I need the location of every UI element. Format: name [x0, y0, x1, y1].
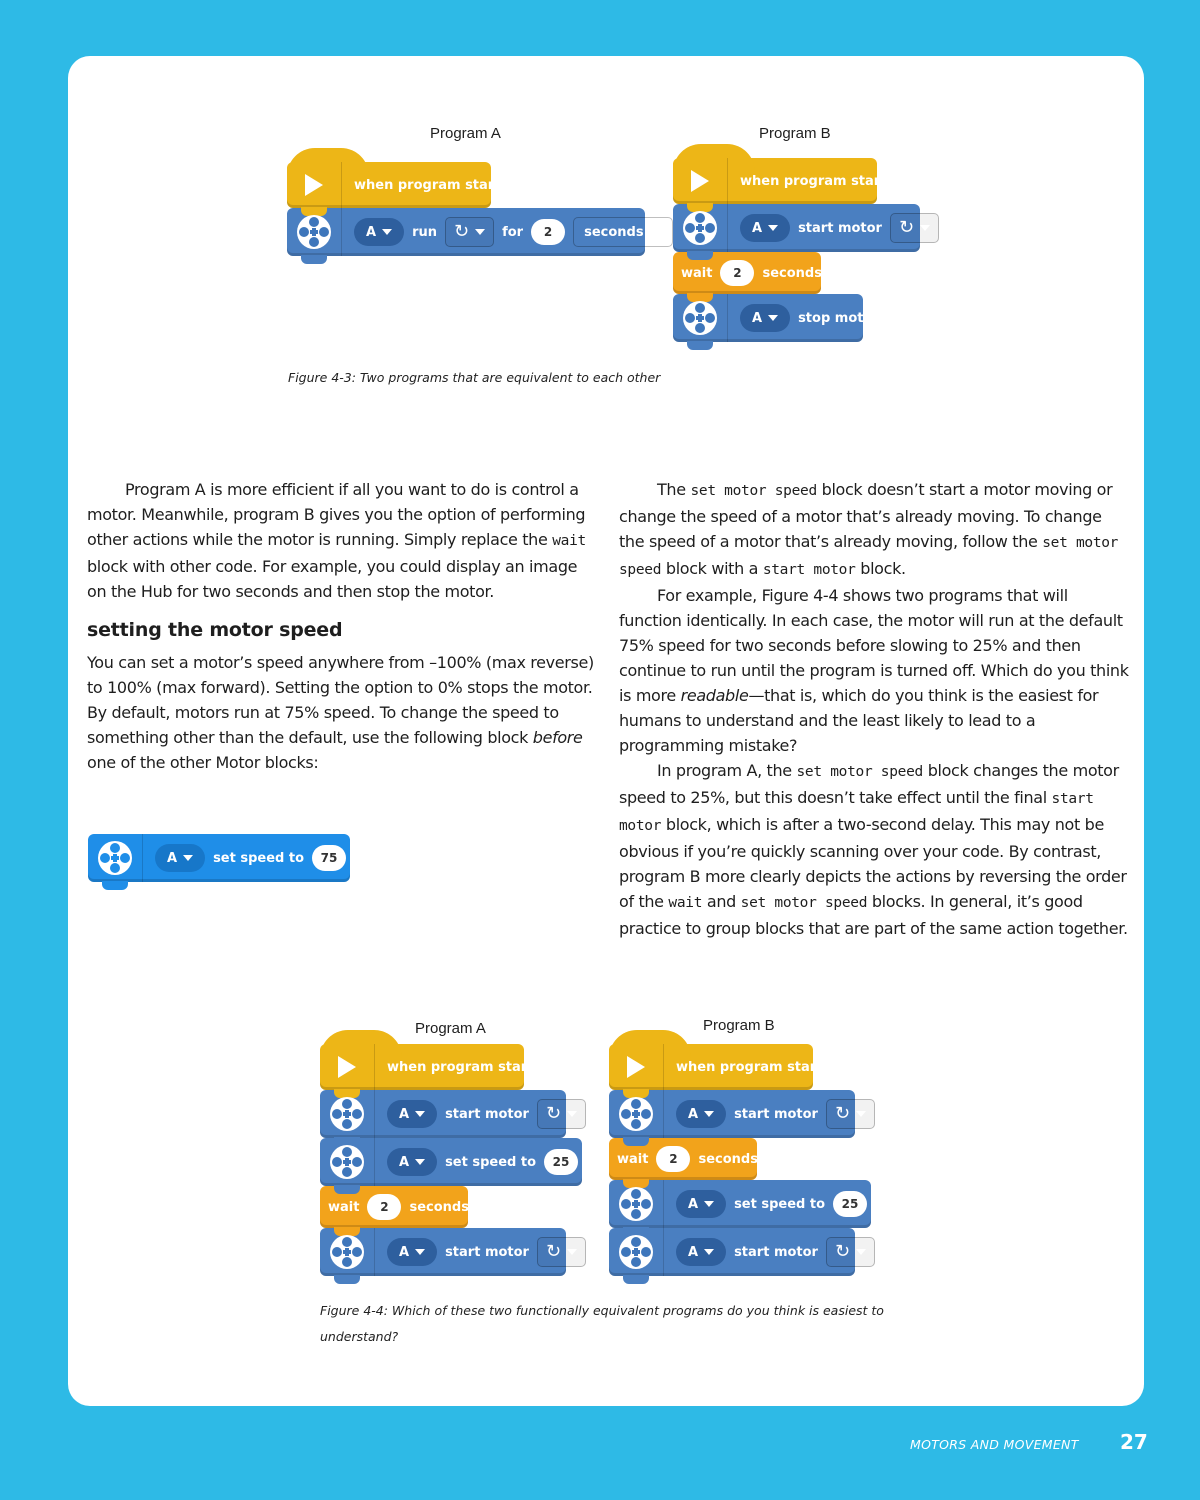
port-dropdown[interactable]: A	[740, 214, 791, 242]
motor-icon	[330, 1235, 364, 1269]
chevron-down-icon	[651, 229, 662, 235]
direction-dropdown[interactable]: ↻	[889, 213, 940, 243]
chevron-down-icon	[382, 229, 393, 235]
chevron-down-icon	[704, 1201, 715, 1207]
port-dropdown[interactable]: A	[740, 304, 791, 332]
fig43-program-b-stack: when program starts A start motor ↻ wait…	[673, 144, 940, 350]
motor-icon	[297, 215, 331, 249]
stop-motor-block[interactable]: A stop motor	[673, 294, 879, 350]
start-motor-block[interactable]: A start motor ↻	[609, 1090, 876, 1146]
motor-run-for-block[interactable]: A run ↻ for 2 seconds	[287, 208, 673, 264]
port-dropdown[interactable]: A	[155, 844, 206, 872]
chevron-down-icon	[415, 1111, 426, 1117]
paragraph: The set motor speed block doesn’t start …	[619, 480, 1119, 578]
chevron-down-icon	[856, 1249, 867, 1255]
chevron-down-icon	[415, 1159, 426, 1165]
chevron-down-icon	[183, 855, 194, 861]
motor-icon	[619, 1187, 653, 1221]
set-speed-block[interactable]: A set speed to 25 %	[609, 1180, 888, 1236]
chevron-down-icon	[567, 1111, 578, 1117]
left-column: Program A is more efficient if all you w…	[87, 477, 599, 775]
fig44-program-b-stack: when program starts A start motor ↻ wait…	[609, 1030, 888, 1284]
when-program-starts-block[interactable]: when program starts	[287, 148, 508, 216]
chevron-down-icon	[704, 1111, 715, 1117]
port-dropdown[interactable]: A	[354, 218, 405, 246]
set-speed-block[interactable]: A set speed to 25 %	[320, 1138, 599, 1194]
motor-icon	[98, 841, 132, 875]
start-motor-block[interactable]: A start motor ↻	[320, 1090, 587, 1146]
footer-section-title: MOTORS AND MOVEMENT	[910, 1437, 1079, 1452]
chevron-down-icon	[856, 1111, 867, 1117]
paragraph: You can set a motor’s speed anywhere fro…	[87, 653, 594, 772]
play-icon	[338, 1056, 356, 1078]
chevron-down-icon	[920, 225, 931, 231]
chevron-down-icon	[475, 229, 486, 235]
chevron-down-icon	[768, 315, 779, 321]
wait-duration-input[interactable]: 2	[656, 1146, 691, 1172]
chevron-down-icon	[567, 1249, 578, 1255]
port-dropdown[interactable]: A	[676, 1190, 727, 1218]
when-program-starts-block[interactable]: when program starts	[673, 144, 894, 212]
clockwise-arrow-icon: ↻	[453, 221, 470, 242]
port-dropdown[interactable]: A	[676, 1100, 727, 1128]
play-icon	[627, 1056, 645, 1078]
direction-dropdown[interactable]: ↻	[536, 1099, 587, 1129]
port-dropdown[interactable]: A	[387, 1148, 438, 1176]
wait-duration-input[interactable]: 2	[720, 260, 755, 286]
direction-dropdown[interactable]: ↻	[825, 1237, 876, 1267]
chevron-down-icon	[768, 225, 779, 231]
chevron-down-icon	[704, 1249, 715, 1255]
port-dropdown[interactable]: A	[676, 1238, 727, 1266]
motor-icon	[619, 1097, 653, 1131]
direction-dropdown[interactable]: ↻	[444, 217, 495, 247]
fig43-program-a-stack: when program starts A run ↻ for 2 second…	[287, 148, 673, 264]
paragraph: For example, Figure 4-4 shows two progra…	[619, 586, 1129, 755]
speed-input[interactable]: 75	[312, 845, 347, 871]
clockwise-arrow-icon: ↻	[545, 1103, 562, 1124]
paragraph: In program A, the set motor speed block …	[619, 761, 1128, 938]
unit-dropdown[interactable]: seconds	[573, 217, 673, 247]
start-motor-block[interactable]: A start motor ↻	[673, 204, 940, 260]
start-motor-block[interactable]: A start motor ↻	[320, 1228, 587, 1284]
motor-icon	[683, 211, 717, 245]
duration-input[interactable]: 2	[531, 219, 566, 245]
chevron-down-icon	[415, 1249, 426, 1255]
right-column: The set motor speed block doesn’t start …	[619, 477, 1131, 941]
figure-4-4-caption: Figure 4-4: Which of these two functiona…	[320, 1303, 884, 1344]
clockwise-arrow-icon: ↻	[545, 1241, 562, 1262]
fig44-program-a-stack: when program starts A start motor ↻ A se…	[320, 1030, 599, 1284]
play-icon	[691, 170, 709, 192]
page-number: 27	[1120, 1430, 1148, 1454]
clockwise-arrow-icon: ↻	[898, 217, 915, 238]
set-speed-block[interactable]: A set speed to 75 %	[88, 834, 367, 890]
port-dropdown[interactable]: A	[387, 1238, 438, 1266]
clockwise-arrow-icon: ↻	[834, 1103, 851, 1124]
wait-duration-input[interactable]: 2	[367, 1194, 402, 1220]
port-dropdown[interactable]: A	[387, 1100, 438, 1128]
play-icon	[305, 174, 323, 196]
speed-input[interactable]: 25	[833, 1191, 868, 1217]
motor-icon	[330, 1097, 364, 1131]
direction-dropdown[interactable]: ↻	[536, 1237, 587, 1267]
set-speed-example: A set speed to 75 %	[88, 834, 367, 890]
motor-icon	[330, 1145, 364, 1179]
section-heading: setting the motor speed	[87, 619, 343, 641]
paragraph: Program A is more efficient if all you w…	[87, 480, 586, 601]
start-motor-block[interactable]: A start motor ↻	[609, 1228, 876, 1284]
direction-dropdown[interactable]: ↻	[825, 1099, 876, 1129]
speed-input[interactable]: 25	[544, 1149, 579, 1175]
program-a-label: Program A	[430, 125, 501, 142]
motor-icon	[683, 301, 717, 335]
clockwise-arrow-icon: ↻	[834, 1241, 851, 1262]
motor-icon	[619, 1235, 653, 1269]
when-program-starts-block[interactable]: when program starts	[320, 1030, 541, 1098]
figure-4-3-caption: Figure 4-3: Two programs that are equiva…	[288, 370, 661, 385]
program-b-label: Program B	[759, 125, 831, 142]
when-program-starts-block[interactable]: when program starts	[609, 1030, 830, 1098]
